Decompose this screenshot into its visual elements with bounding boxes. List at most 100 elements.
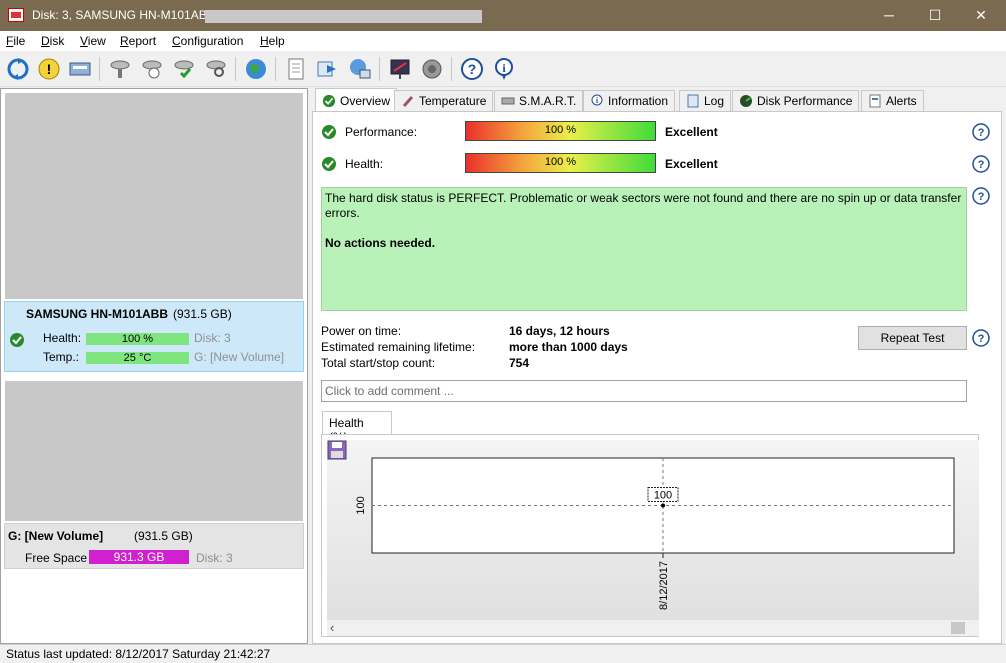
log-icon (687, 94, 699, 108)
free-space-label: Free Space (25, 551, 88, 565)
disk-health-bar: 100 % (86, 333, 189, 345)
health-rating: Excellent (665, 157, 718, 171)
check-icon (322, 94, 336, 107)
volume-image (5, 381, 303, 521)
lifetime-label: Estimated remaining lifetime: (321, 340, 476, 354)
tab-bar: Overview Temperature S.M.A.R.T. i Inform… (312, 88, 1006, 112)
tab-log[interactable]: Log (679, 90, 732, 111)
performance-label: Performance: (345, 125, 418, 139)
tab-alerts[interactable]: Alerts (861, 90, 924, 111)
health-help-icon[interactable]: ? (972, 155, 990, 173)
health-graph: 100 100 8/12/2017 ‹ (321, 434, 979, 637)
disk-health-value: 100 % (121, 333, 154, 345)
maximize-button[interactable]: ☐ (912, 0, 958, 31)
menu-view[interactable]: View (80, 34, 106, 48)
svg-text:!: ! (47, 61, 52, 77)
thermometer-icon (402, 96, 414, 107)
tab-health-graph[interactable]: Health (%) (322, 411, 392, 444)
disk-size: (931.5 GB) (173, 307, 232, 321)
alert-icon[interactable]: ! (35, 55, 63, 83)
refresh-icon[interactable] (4, 55, 32, 83)
menu-configuration[interactable]: Configuration (172, 34, 243, 48)
lifetime-value: more than 1000 days (509, 340, 628, 354)
tab-overview-label: Overview (340, 93, 391, 108)
redacted-area (205, 10, 482, 23)
menu-bar: File Disk View Report Configuration Help (0, 31, 1006, 51)
status-text: The hard disk status is PERFECT. Problem… (325, 191, 962, 220)
volume-card[interactable]: G: [New Volume] (931.5 GB) Free Space 93… (4, 523, 304, 569)
status-bar-text: Status last updated: 8/12/2017 Saturday … (6, 647, 271, 661)
overview-panel: Performance: 100 % Excellent ? Health: 1… (312, 111, 1002, 644)
sync-icon[interactable] (313, 55, 341, 83)
info-icon[interactable]: i (490, 55, 518, 83)
document-icon[interactable] (282, 55, 310, 83)
tab-temperature[interactable]: Temperature (394, 90, 494, 111)
network-icon[interactable] (346, 55, 374, 83)
performance-check-icon (322, 125, 336, 139)
tab-temperature-label: Temperature (419, 94, 487, 108)
disk-search-icon[interactable] (202, 55, 230, 83)
data-label: 100 (654, 490, 672, 502)
disk-temp-label: Temp.: (43, 350, 80, 364)
menu-file[interactable]: File (6, 34, 25, 48)
menu-disk[interactable]: Disk (41, 34, 64, 48)
disk-list-pane: SAMSUNG HN-M101ABB (931.5 GB) Health: 10… (0, 88, 308, 644)
status-message: The hard disk status is PERFECT. Problem… (321, 187, 967, 311)
toolbar: ! ? i (0, 51, 1006, 87)
volume-disk-ref: Disk: 3 (196, 551, 233, 565)
repeat-help-icon[interactable]: ? (972, 329, 990, 347)
svg-text:?: ? (468, 61, 477, 77)
minimize-button[interactable]: ─ (866, 0, 912, 31)
status-help-icon[interactable]: ? (972, 187, 990, 205)
health-bar: 100 % (465, 153, 656, 173)
tab-information[interactable]: i Information (583, 90, 676, 111)
disk-icon (501, 97, 515, 105)
disk-name: SAMSUNG HN-M101ABB (26, 307, 169, 321)
speaker-icon[interactable] (418, 55, 446, 83)
tab-smart[interactable]: S.M.A.R.T. (494, 90, 584, 111)
tab-information-label: Information (608, 94, 669, 108)
volume-size: (931.5 GB) (134, 529, 193, 543)
disk-image (5, 93, 303, 299)
menu-report[interactable]: Report (120, 34, 156, 48)
close-button[interactable]: ✕ (958, 0, 1004, 31)
startstop-value: 754 (509, 356, 530, 370)
disk-clock-icon[interactable] (138, 55, 166, 83)
tab-overview[interactable]: Overview (315, 88, 398, 112)
gauge-icon (740, 95, 752, 107)
health-chart: 100 100 8/12/2017 (355, 457, 955, 610)
scroll-thumb[interactable] (951, 622, 965, 634)
free-space-value: 931.3 GB (113, 550, 165, 564)
svg-text:?: ? (978, 159, 985, 171)
performance-help-icon[interactable]: ? (972, 123, 990, 141)
performance-value: 100 % (544, 124, 577, 136)
scroll-left-icon[interactable]: ‹ (330, 620, 334, 635)
help-icon[interactable]: ? (458, 55, 486, 83)
x-tick-label: 8/12/2017 (658, 561, 670, 610)
app-logo-icon (8, 8, 24, 22)
presentation-icon[interactable] (386, 55, 414, 83)
globe-icon[interactable] (242, 55, 270, 83)
tab-disk-performance[interactable]: Disk Performance (732, 90, 860, 111)
power-on-label: Power on time: (321, 324, 402, 338)
disk-drive-icon[interactable] (66, 55, 94, 83)
alerts-icon (869, 94, 881, 108)
repeat-test-button[interactable]: Repeat Test (858, 326, 967, 350)
health-label: Health: (345, 157, 384, 171)
tab-log-label: Log (704, 94, 725, 108)
disk-health-label: Health: (43, 331, 82, 345)
tab-disk-performance-label: Disk Performance (757, 94, 853, 108)
health-value: 100 % (544, 156, 577, 168)
disk-check-icon[interactable] (170, 55, 198, 83)
disk-tool-icon[interactable] (106, 55, 134, 83)
startstop-label: Total start/stop count: (321, 356, 436, 370)
performance-bar: 100 % (465, 121, 656, 141)
disk-ref: Disk: 3 (194, 331, 231, 345)
disk-temp-bar: 25 °C (86, 352, 189, 364)
comment-input[interactable]: Click to add comment ... (321, 380, 967, 402)
disk-card[interactable]: SAMSUNG HN-M101ABB (931.5 GB) Health: 10… (4, 301, 304, 372)
menu-help[interactable]: Help (260, 34, 285, 48)
graph-scrollbar[interactable]: ‹ (327, 620, 979, 636)
info-icon: i (591, 94, 603, 106)
tab-alerts-label: Alerts (886, 94, 917, 108)
